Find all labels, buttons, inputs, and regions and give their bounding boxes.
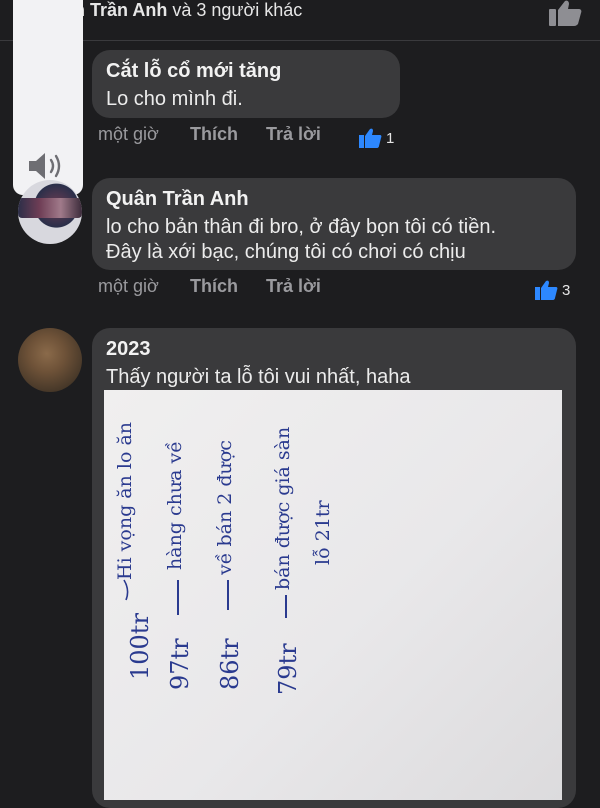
- volume-overlay: [13, 0, 83, 195]
- thumbs-up-icon: [359, 128, 382, 148]
- like-count[interactable]: 1: [358, 128, 398, 148]
- speaker-icon: [29, 153, 61, 179]
- avatar[interactable]: [18, 328, 82, 392]
- comment-bubble[interactable]: Quân Trần Anh lo cho bản thân đi bro, ở …: [92, 178, 576, 270]
- comment-text: Đây là xới bạc, chúng tôi có chơi có chị…: [106, 241, 466, 263]
- reactions-bar[interactable]: ần Trần Anh và 3 người khác: [0, 0, 600, 41]
- comment-text: Thấy người ta lỗ tôi vui nhất, haha: [106, 366, 411, 388]
- reply-button[interactable]: Trả lời: [266, 276, 321, 297]
- comment-time: một giờ: [98, 124, 159, 144]
- thumbs-up-icon: [535, 280, 558, 300]
- commenter-name[interactable]: 2023: [106, 338, 151, 361]
- like-button[interactable]: Thích: [190, 276, 238, 297]
- comment-actions: một giờ Thích Trả lời: [98, 276, 398, 298]
- reactors-others: và 3 người khác: [167, 0, 303, 20]
- reply-button[interactable]: Trả lời: [266, 124, 321, 145]
- like-count-number: 3: [562, 282, 571, 299]
- like-count[interactable]: 3: [534, 280, 574, 300]
- commenter-name[interactable]: Quân Trần Anh: [106, 188, 249, 211]
- like-button[interactable]: Thích: [190, 124, 238, 145]
- thumbs-up-icon[interactable]: [548, 0, 582, 26]
- reactors-summary[interactable]: ần Trần Anh và 3 người khác: [64, 0, 302, 21]
- handwritten-dashes: [123, 579, 287, 618]
- comment-actions: một giờ Thích Trả lời: [98, 124, 398, 146]
- avatar[interactable]: [18, 180, 82, 244]
- comment-time: một giờ: [98, 276, 159, 296]
- attached-photo[interactable]: 100tr Hi vọng ăn lo ăn 97tr hàng chưa về…: [104, 390, 562, 800]
- like-count-number: 1: [386, 130, 395, 147]
- comment-text: lo cho bản thân đi bro, ở đây bọn tôi có…: [106, 216, 497, 238]
- commenter-name[interactable]: Cắt lỗ cổ mới tăng: [106, 60, 281, 83]
- comment-bubble[interactable]: Cắt lỗ cổ mới tăng Lo cho mình đi.: [92, 50, 400, 118]
- comment-text: Lo cho mình đi.: [106, 88, 243, 110]
